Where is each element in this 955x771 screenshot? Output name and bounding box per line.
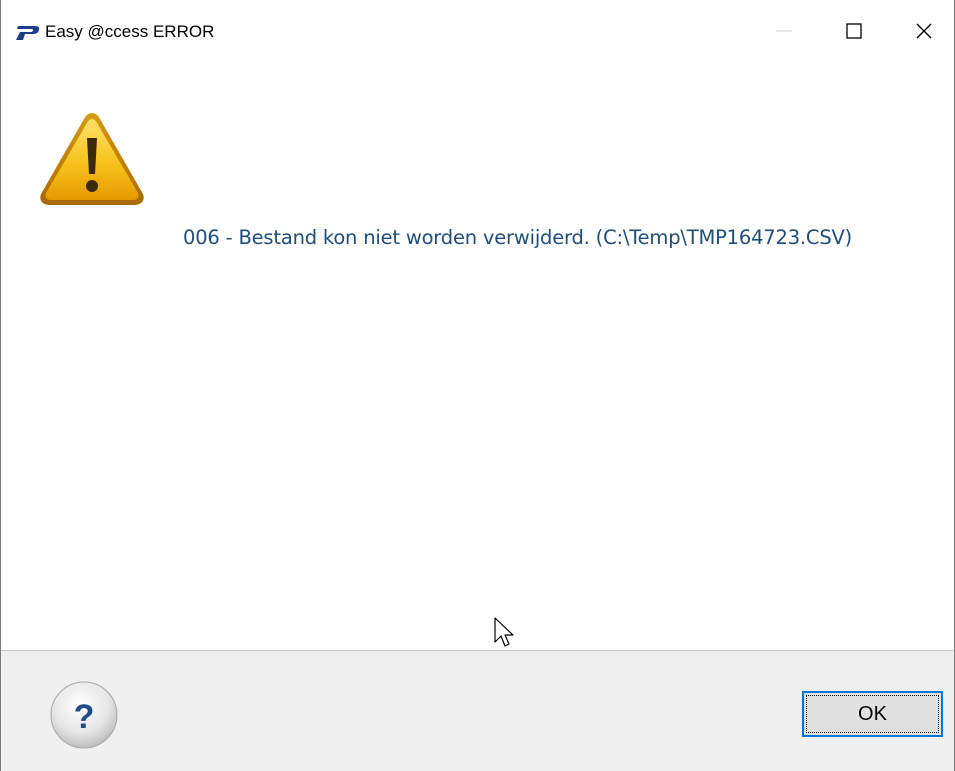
- help-button[interactable]: ?: [49, 680, 119, 750]
- close-icon: [916, 23, 932, 39]
- maximize-button[interactable]: [823, 0, 885, 62]
- warning-icon: [40, 113, 144, 205]
- error-message: 006 - Bestand kon niet worden verwijderd…: [183, 226, 853, 249]
- minimize-button[interactable]: [753, 0, 815, 62]
- dialog-body: 006 - Bestand kon niet worden verwijderd…: [1, 64, 954, 650]
- ok-button-label: OK: [858, 702, 887, 725]
- minimize-icon: [776, 30, 792, 32]
- error-dialog-window: Easy @ccess ERROR 006 - Bestand kon niet…: [0, 0, 955, 771]
- ok-button[interactable]: OK: [802, 691, 943, 737]
- close-button[interactable]: [893, 0, 955, 62]
- mouse-pointer-icon: [494, 617, 514, 647]
- dialog-footer: ? OK: [1, 650, 954, 771]
- window-title: Easy @ccess ERROR: [45, 22, 215, 41]
- help-icon: ?: [74, 698, 95, 736]
- title-bar[interactable]: Easy @ccess ERROR: [1, 0, 954, 64]
- maximize-icon: [846, 23, 862, 39]
- app-logo-icon: [16, 26, 40, 40]
